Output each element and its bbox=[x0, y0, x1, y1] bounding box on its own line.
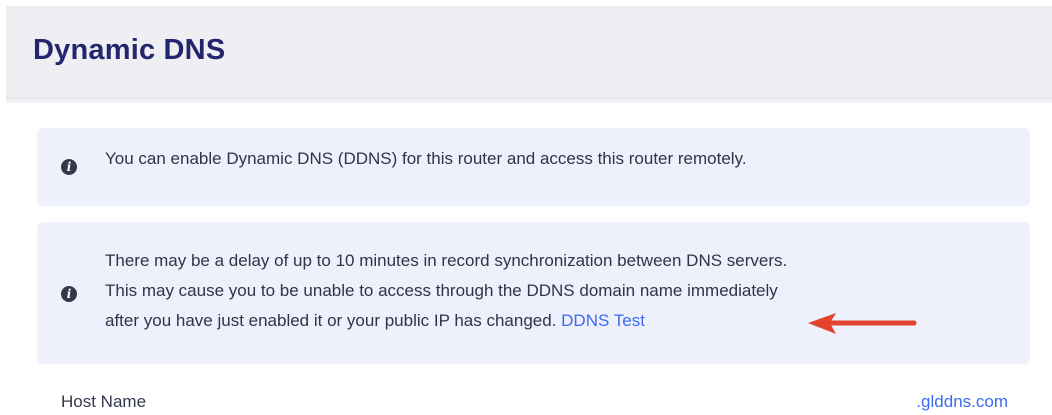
notice-delay-line-3-text: after you have just enabled it or your p… bbox=[105, 311, 557, 330]
info-icon: i bbox=[61, 159, 77, 175]
info-icon: i bbox=[61, 286, 77, 302]
red-arrow-icon bbox=[808, 313, 917, 334]
header-divider bbox=[6, 98, 1052, 104]
notice-delay-line-2: This may cause you to be unable to acces… bbox=[105, 281, 778, 300]
page-header: Dynamic DNS bbox=[6, 6, 1052, 98]
host-name-label: Host Name bbox=[61, 392, 147, 411]
notice-enable-text: You can enable Dynamic DNS (DDNS) for th… bbox=[105, 149, 747, 168]
ddns-enable-notice: i You can enable Dynamic DNS (DDNS) for … bbox=[37, 128, 1030, 206]
ddns-test-link[interactable]: DDNS Test bbox=[561, 311, 645, 330]
dynamic-dns-page: Dynamic DNS i You can enable Dynamic DNS… bbox=[0, 0, 1052, 415]
page-title: Dynamic DNS bbox=[33, 34, 226, 66]
host-domain-suffix: .glddns.com bbox=[916, 392, 1008, 411]
notice-text: You can enable Dynamic DNS (DDNS) for th… bbox=[105, 149, 747, 174]
notice-delay-line-1: There may be a delay of up to 10 minutes… bbox=[105, 251, 788, 270]
ddns-delay-notice: i There may be a delay of up to 10 minut… bbox=[37, 222, 1030, 364]
